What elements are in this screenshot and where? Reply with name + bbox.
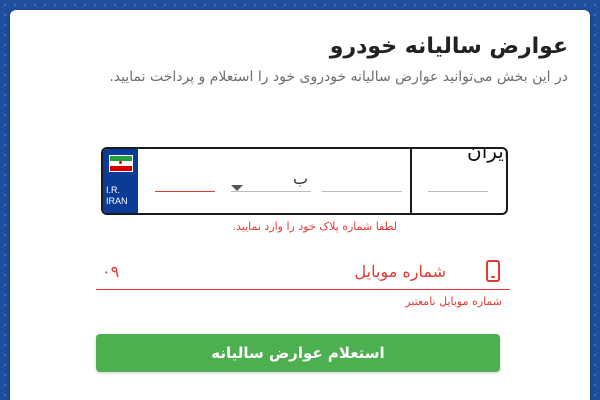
page-title: عوارض سالیانه خودرو bbox=[329, 34, 568, 59]
mobile-label: شماره موبایل bbox=[354, 262, 446, 281]
plate-country-code-line2: IRAN bbox=[106, 196, 128, 206]
flag-emblem bbox=[119, 161, 122, 164]
license-plate: I.R. IRAN ب ایران bbox=[101, 147, 508, 215]
mobile-input[interactable] bbox=[100, 260, 364, 284]
inquiry-card: عوارض سالیانه خودرو در این بخش می‌توانید… bbox=[10, 10, 590, 400]
iran-flag-icon bbox=[109, 155, 133, 172]
plate-country-strip: I.R. IRAN bbox=[103, 149, 138, 213]
plate-letter-select[interactable]: ب bbox=[293, 169, 308, 188]
page-description: در این بخش می‌توانید عوارض سالیانه خودرو… bbox=[109, 69, 568, 85]
plate-divider bbox=[410, 149, 412, 213]
mobile-phone-icon bbox=[486, 260, 500, 282]
mobile-error-message: شماره موبایل نامعتبر bbox=[405, 295, 502, 308]
plate-letter-underline bbox=[231, 191, 311, 192]
plate-country-code: I.R. IRAN bbox=[106, 185, 128, 207]
plate-country-code-line1: I.R. bbox=[106, 185, 121, 195]
plate-number-input-2[interactable] bbox=[322, 191, 402, 192]
inquiry-submit-button[interactable]: استعلام عوارض سالیانه bbox=[96, 334, 500, 372]
plate-number-input-1[interactable] bbox=[155, 191, 215, 192]
plate-iran-label: ایران bbox=[467, 147, 508, 163]
mobile-field: شماره موبایل bbox=[96, 256, 510, 290]
plate-region-input[interactable] bbox=[428, 191, 488, 192]
plate-error-message: لطفا شماره پلاک خود را وارد نمایید. bbox=[232, 220, 398, 233]
